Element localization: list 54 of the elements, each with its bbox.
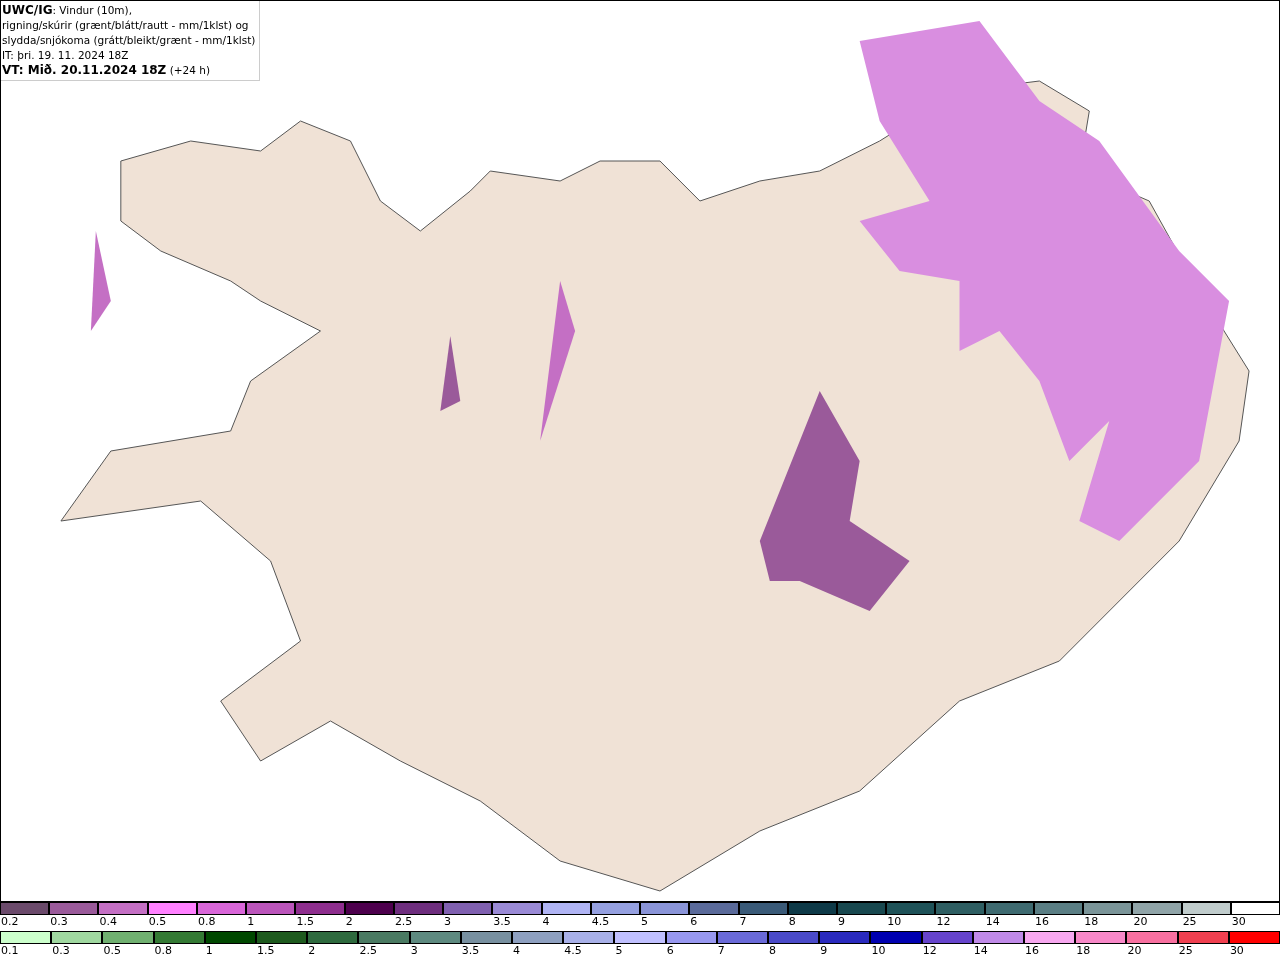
legend-label: 9 (819, 944, 828, 958)
legend-label: 30 (1230, 915, 1246, 929)
legend-label: 1 (246, 915, 255, 929)
issue-time: IT: þri. 19. 11. 2024 18Z (2, 48, 130, 63)
legend-label: 18 (1075, 944, 1091, 958)
legend-label: 0.3 (51, 944, 70, 958)
legend-label: 0.5 (102, 944, 121, 958)
legend-label: 1.5 (256, 944, 275, 958)
legend-label: 2 (344, 915, 353, 929)
legend-label: 0.8 (153, 944, 173, 958)
legend-label: 3.5 (460, 944, 480, 958)
legend-label: 12 (921, 944, 937, 958)
legend-label: 8 (768, 944, 777, 958)
legend-label: 30 (1228, 944, 1244, 958)
legend-label: 10 (886, 915, 902, 929)
legend-label: 14 (984, 915, 1000, 929)
legend-label: 0.1 (0, 944, 19, 958)
legend-label: 1 (204, 944, 213, 958)
legend-label: 14 (972, 944, 988, 958)
legend-label: 18 (1083, 915, 1099, 929)
legend-label: 5 (640, 915, 649, 929)
legend-label: 9 (837, 915, 845, 929)
legend-label: 4.5 (590, 915, 610, 929)
legend-label: 2.5 (393, 915, 413, 929)
legend-label: 3 (409, 944, 418, 958)
legend-label: 3 (443, 915, 452, 929)
legend-label: 7 (716, 944, 725, 958)
legend-label: 7 (738, 915, 747, 929)
legend-label: 12 (935, 915, 951, 929)
legend-label: 16 (1024, 944, 1040, 958)
legend-label: 20 (1126, 944, 1142, 958)
legend-label: 0.4 (98, 915, 117, 929)
legend-label: 25 (1177, 944, 1193, 958)
valid-time: VT: Mið. 20.11.2024 18Z (+24 h) (2, 63, 211, 78)
legend-label: 4 (512, 944, 521, 958)
legend-label: 16 (1033, 915, 1049, 929)
legend-label: 3.5 (492, 915, 511, 929)
map-description: UWC/IG: Vindur (10m), rigning/skúrir (grænt/blátt/rautt - mm/1klst) og slydda/snjókoma (grátt/bleikt/grænt - mm/1klst) (2, 3, 256, 48)
legend-label: 20 (1132, 915, 1148, 929)
legend-label: 8 (787, 915, 796, 929)
legend-label: 0.5 (147, 915, 167, 929)
legend-label: 2 (307, 944, 316, 958)
legend-label: 6 (665, 944, 674, 958)
legend-label: 6 (689, 915, 698, 929)
legend-label: 4 (541, 915, 550, 929)
legend-label: 0.8 (196, 915, 216, 929)
legend-label: 0.3 (49, 915, 68, 929)
legend-label: 4.5 (563, 944, 582, 958)
legend-label: 10 (870, 944, 886, 958)
legend-label: 25 (1181, 915, 1197, 929)
legend-label: 5 (614, 944, 623, 958)
legend-label: 2.5 (358, 944, 377, 958)
legend-label: 1.5 (295, 915, 314, 929)
legend-label: 0.2 (0, 915, 19, 929)
